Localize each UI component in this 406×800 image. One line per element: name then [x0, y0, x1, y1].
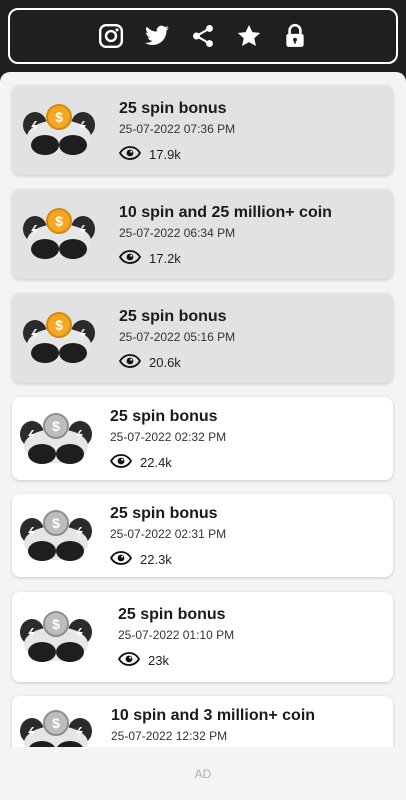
post-title: 25 spin bonus [110, 505, 218, 522]
eye-icon [118, 250, 142, 267]
post-thumbnail: $ [21, 309, 97, 367]
post-date: 25-07-2022 05:16 PM [119, 330, 236, 344]
post-thumbnail: $ [18, 608, 94, 666]
star-icon[interactable] [235, 22, 263, 50]
post-title: 25 spin bonus [118, 606, 226, 623]
svg-text:$: $ [55, 109, 63, 125]
post-date: 25-07-2022 02:32 PM [110, 430, 227, 444]
svg-text:$: $ [52, 418, 60, 434]
post-date: 25-07-2022 02:31 PM [110, 527, 227, 541]
view-count: 22.3k [140, 552, 172, 567]
svg-text:$: $ [55, 213, 63, 229]
post-card[interactable]: $25 spin bonus 25-07-2022 02:31 PM 22.3k [12, 494, 393, 577]
svg-text:$: $ [52, 515, 60, 531]
post-title: 10 spin and 25 million+ coin [119, 204, 332, 221]
post-date: 25-07-2022 06:34 PM [119, 226, 236, 240]
post-views: 20.6k [118, 354, 235, 371]
eye-icon [109, 551, 133, 568]
post-info: 25 spin bonus 25-07-2022 02:32 PM 22.4k [109, 408, 227, 471]
post-thumbnail: $ [18, 507, 94, 565]
post-thumbnail: $ [21, 101, 97, 159]
view-count: 17.2k [149, 251, 181, 266]
post-card[interactable]: $25 spin bonus 25-07-2022 02:32 PM 22.4k [12, 397, 393, 480]
post-title: 25 spin bonus [119, 100, 227, 117]
eye-icon [118, 146, 142, 163]
post-card[interactable]: $10 spin and 25 million+ coin 25-07-2022 … [12, 189, 393, 279]
post-info: 25 spin bonus 25-07-2022 01:10 PM 23k [117, 606, 235, 669]
svg-text:$: $ [52, 616, 60, 632]
eye-icon [109, 454, 133, 471]
instagram-icon[interactable] [97, 22, 125, 50]
post-title: 25 spin bonus [110, 408, 218, 425]
post-thumbnail: $ [18, 707, 94, 747]
post-card[interactable]: $25 spin bonus 25-07-2022 05:16 PM 20.6k [12, 293, 393, 383]
view-count: 17.9k [149, 147, 181, 162]
ad-label: AD [194, 766, 212, 781]
post-info: 10 spin and 25 million+ coin 25-07-2022 0… [118, 204, 332, 267]
top-toolbar [0, 0, 406, 72]
post-thumbnail: $ [18, 410, 94, 468]
lock-icon[interactable] [281, 22, 309, 50]
share-icon[interactable] [189, 22, 217, 50]
view-count: 23k [148, 653, 169, 668]
post-views: 23k [117, 652, 234, 669]
post-info: 25 spin bonus 25-07-2022 07:36 PM 17.9k [118, 100, 236, 163]
post-views: 17.9k [118, 146, 235, 163]
view-count: 22.4k [140, 455, 172, 470]
eye-icon [117, 652, 141, 669]
post-views: 22.4k [109, 454, 226, 471]
post-date: 25-07-2022 01:10 PM [118, 628, 235, 642]
post-card[interactable]: $25 spin bonus 25-07-2022 01:10 PM 23k [12, 592, 393, 682]
post-date: 25-07-2022 12:32 PM [111, 729, 228, 743]
eye-icon [118, 354, 142, 371]
post-list: $25 spin bonus 25-07-2022 07:36 PM 17.9k $1… [0, 72, 406, 747]
post-card[interactable]: $25 spin bonus 25-07-2022 07:36 PM 17.9k [12, 85, 393, 175]
post-views: 17.2k [118, 250, 332, 267]
toolbar-frame [8, 8, 398, 64]
twitter-icon[interactable] [143, 22, 171, 50]
post-title: 25 spin bonus [119, 308, 227, 325]
svg-text:$: $ [52, 715, 60, 731]
view-count: 20.6k [149, 355, 181, 370]
post-thumbnail: $ [21, 205, 97, 263]
post-title: 10 spin and 3 million+ coin [111, 707, 316, 724]
post-card[interactable]: $10 spin and 3 million+ coin 25-07-2022 1… [12, 696, 393, 747]
svg-text:$: $ [55, 317, 63, 333]
ad-banner[interactable]: AD [0, 747, 406, 800]
post-info: 25 spin bonus 25-07-2022 05:16 PM 20.6k [118, 308, 236, 371]
post-info: 10 spin and 3 million+ coin 25-07-2022 12… [111, 707, 315, 743]
post-info: 25 spin bonus 25-07-2022 02:31 PM 22.3k [109, 505, 227, 568]
post-date: 25-07-2022 07:36 PM [119, 122, 236, 136]
post-views: 22.3k [109, 551, 226, 568]
